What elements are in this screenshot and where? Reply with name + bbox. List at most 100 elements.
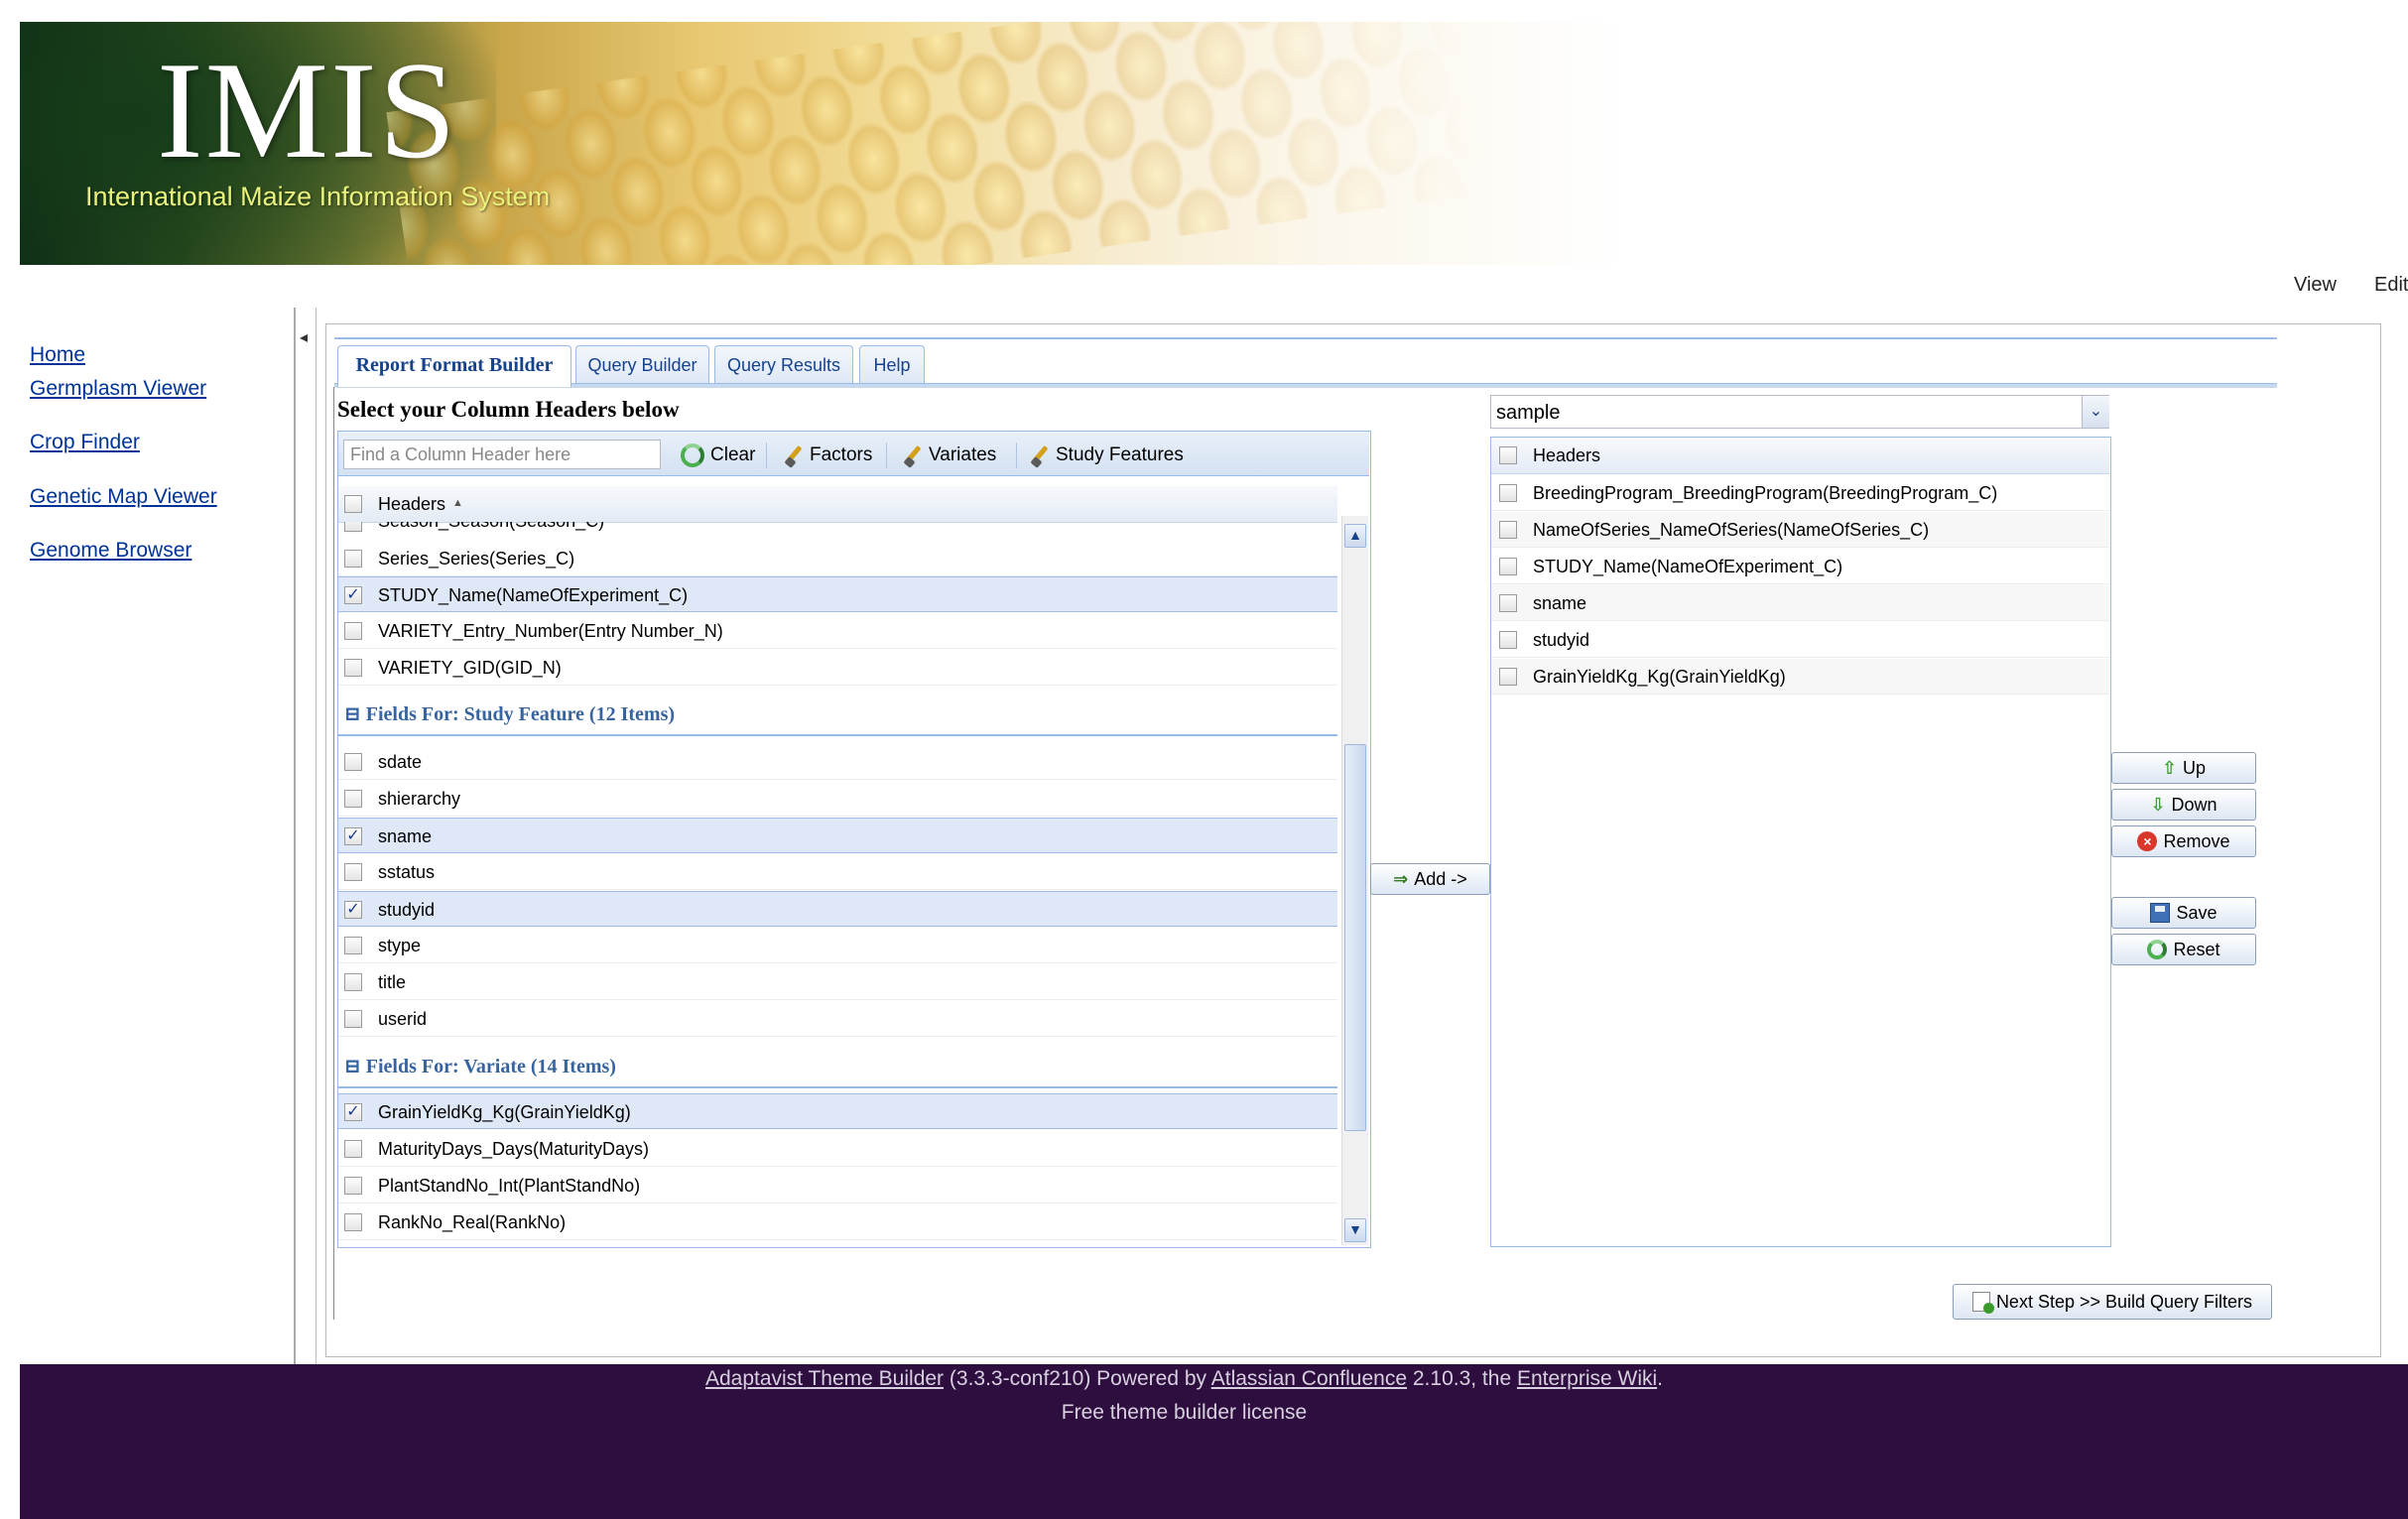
list-item[interactable]: MaturityDays_Days(MaturityDays) <box>338 1131 1337 1167</box>
sidebar-item-crop-finder[interactable]: Crop Finder <box>30 431 140 454</box>
enterprise-wiki-link[interactable]: Enterprise Wiki <box>1517 1367 1657 1390</box>
headers-column-label[interactable]: Headers <box>1533 445 1600 466</box>
column-header-search-input[interactable] <box>343 440 661 469</box>
list-item[interactable]: shierarchy <box>338 781 1337 817</box>
sidebar-divider <box>294 308 296 1364</box>
scrollbar-thumb[interactable] <box>1344 744 1366 1131</box>
row-checkbox[interactable] <box>344 937 362 954</box>
study-features-label: Study Features <box>1056 444 1184 465</box>
group-header-variate[interactable]: ⊟ Fields For: Variate (14 Items) <box>338 1041 1337 1088</box>
panel-left-border <box>333 387 334 1320</box>
chevron-down-icon[interactable]: ⌄ <box>2082 396 2109 428</box>
list-item[interactable]: ✓ sname <box>338 818 1337 853</box>
row-checkbox[interactable]: ✓ <box>344 901 362 919</box>
list-item[interactable]: ✓ GrainYieldKg_Kg(GrainYieldKg) <box>338 1093 1337 1129</box>
edit-link[interactable]: Edit <box>2374 274 2408 297</box>
content-divider <box>316 308 317 1364</box>
group-header-study-feature[interactable]: ⊟ Fields For: Study Feature (12 Items) <box>338 689 1337 736</box>
row-checkbox[interactable]: ✓ <box>344 1103 362 1121</box>
sidebar-item-genetic-map-viewer[interactable]: Genetic Map Viewer <box>30 485 217 509</box>
row-checkbox[interactable] <box>1499 484 1517 502</box>
atlassian-confluence-link[interactable]: Atlassian Confluence <box>1211 1367 1407 1390</box>
clear-button[interactable]: Clear <box>681 441 755 470</box>
collapse-group-icon[interactable]: ⊟ <box>344 703 361 725</box>
tab-report-format-builder[interactable]: Report Format Builder <box>337 345 571 387</box>
next-page-icon <box>1971 1292 1994 1314</box>
list-item[interactable]: NameOfSeries_NameOfSeries(NameOfSeries_C… <box>1491 512 2109 548</box>
list-item[interactable]: userid <box>338 1001 1337 1037</box>
view-link[interactable]: View <box>2294 274 2337 297</box>
row-checkbox[interactable] <box>1499 631 1517 649</box>
tab-help[interactable]: Help <box>859 345 925 383</box>
row-checkbox[interactable] <box>1499 521 1517 539</box>
list-item[interactable]: ✓ STUDY_Name(NameOfExperiment_C) <box>338 576 1337 612</box>
select-all-checkbox[interactable] <box>1499 446 1517 464</box>
list-item[interactable]: Series_Series(Series_C) <box>338 541 1337 576</box>
list-item[interactable]: sname <box>1491 585 2109 621</box>
variates-button[interactable]: Variates <box>901 441 996 470</box>
tab-strip-border <box>334 337 2277 339</box>
list-item[interactable]: BreedingProgram_BreedingProgram(Breeding… <box>1491 475 2109 511</box>
tab-query-builder[interactable]: Query Builder <box>575 345 709 383</box>
sidebar-item-genome-browser[interactable]: Genome Browser <box>30 539 191 563</box>
row-checkbox[interactable] <box>344 550 362 568</box>
list-item[interactable]: stype <box>338 928 1337 963</box>
move-down-button[interactable]: ⇩ Down <box>2111 789 2256 821</box>
move-up-button[interactable]: ⇧ Up <box>2111 752 2256 784</box>
combo-value: sample <box>1496 402 1561 424</box>
floppy-disk-icon <box>2150 903 2171 923</box>
study-features-button[interactable]: Study Features <box>1028 441 1184 470</box>
scroll-up-icon[interactable]: ▲ <box>1344 524 1366 548</box>
collapse-group-icon[interactable]: ⊟ <box>344 1056 361 1077</box>
row-checkbox[interactable] <box>344 1140 362 1158</box>
remove-button[interactable]: × Remove <box>2111 825 2256 857</box>
list-item[interactable]: ✓ studyid <box>338 891 1337 927</box>
factors-button[interactable]: Factors <box>782 441 872 470</box>
arrow-down-icon: ⇩ <box>2150 794 2166 815</box>
scroll-down-icon[interactable]: ▼ <box>1344 1218 1366 1242</box>
row-checkbox[interactable]: ✓ <box>344 586 362 604</box>
list-item[interactable]: GrainYieldKg_Kg(GrainYieldKg) <box>1491 659 2109 695</box>
select-all-checkbox[interactable] <box>344 495 362 513</box>
list-item[interactable]: PlantStandNo_Int(PlantStandNo) <box>338 1168 1337 1203</box>
add-button[interactable]: ⇒ Add -> <box>1370 863 1490 895</box>
collapse-sidebar-icon[interactable]: ◂ <box>300 327 308 347</box>
list-item[interactable]: STUDY_Name(NameOfExperiment_C) <box>1491 549 2109 584</box>
save-button[interactable]: Save <box>2111 897 2256 929</box>
reset-label: Reset <box>2173 939 2220 959</box>
list-item[interactable]: RankNo_Real(RankNo) <box>338 1204 1337 1240</box>
row-label: PlantStandNo_Int(PlantStandNo) <box>378 1176 641 1196</box>
row-checkbox[interactable] <box>344 753 362 771</box>
row-checkbox[interactable] <box>344 863 362 881</box>
reset-button[interactable]: Reset <box>2111 934 2256 965</box>
headers-column-label[interactable]: Headers <box>378 494 445 515</box>
clear-label: Clear <box>710 444 756 465</box>
tab-query-results[interactable]: Query Results <box>714 345 853 383</box>
next-step-button[interactable]: Next Step >> Build Query Filters <box>1953 1284 2272 1320</box>
list-item[interactable]: VARIETY_Entry_Number(Entry Number_N) <box>338 613 1337 649</box>
list-item[interactable]: studyid <box>1491 622 2109 658</box>
list-item[interactable]: VARIETY_GID(GID_N) <box>338 650 1337 686</box>
row-checkbox[interactable] <box>1499 558 1517 575</box>
report-select-combo[interactable] <box>1490 395 2109 429</box>
row-checkbox[interactable] <box>344 1213 362 1231</box>
row-checkbox[interactable] <box>344 1010 362 1028</box>
sidebar-item-germplasm-viewer[interactable]: Germplasm Viewer <box>30 377 206 401</box>
row-checkbox[interactable] <box>344 973 362 991</box>
row-checkbox[interactable] <box>1499 668 1517 686</box>
toolbar-separator <box>766 443 767 468</box>
row-checkbox[interactable] <box>344 1177 362 1195</box>
wrench-icon <box>901 444 923 466</box>
footer-license: Free theme builder license <box>1061 1401 1308 1424</box>
list-item[interactable]: title <box>338 964 1337 1000</box>
row-checkbox[interactable] <box>344 659 362 677</box>
list-item[interactable]: sdate <box>338 744 1337 780</box>
save-label: Save <box>2176 902 2218 923</box>
sidebar-item-home[interactable]: Home <box>30 343 85 367</box>
list-item[interactable]: sstatus <box>338 854 1337 890</box>
row-checkbox[interactable] <box>344 790 362 808</box>
row-checkbox[interactable] <box>344 622 362 640</box>
row-checkbox[interactable]: ✓ <box>344 827 362 845</box>
row-checkbox[interactable] <box>1499 594 1517 612</box>
adaptavist-theme-builder-link[interactable]: Adaptavist Theme Builder <box>705 1367 944 1390</box>
